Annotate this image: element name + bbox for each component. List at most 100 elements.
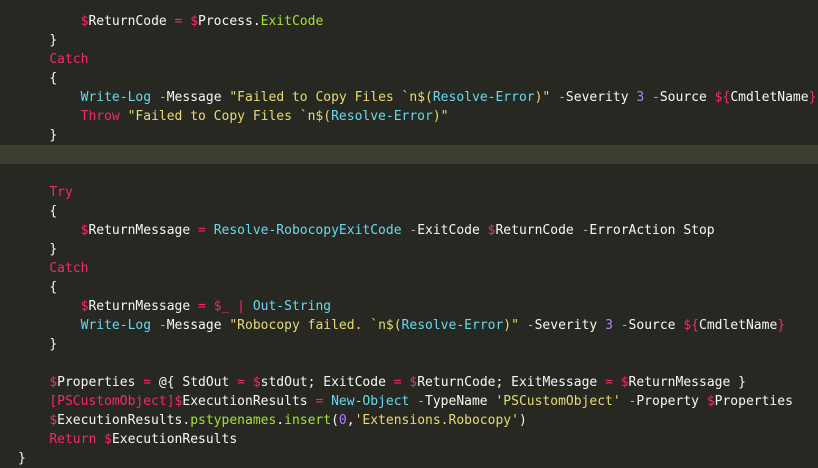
token-var: $ <box>620 375 629 390</box>
code-line[interactable]: Write-Log -Message "Failed to Copy Files… <box>0 88 818 107</box>
token-plain: } <box>49 33 58 48</box>
code-line[interactable]: } <box>0 335 818 354</box>
code-line[interactable]: [PSCustomObject] $ ExecutionResults = New-… <box>0 392 818 411</box>
token-plain: ExitMessage <box>511 375 606 390</box>
token-plain: Message <box>166 90 230 105</box>
token-plain: ExecutionResults <box>111 432 238 447</box>
code-line[interactable]: Catch <box>0 259 818 278</box>
token-plain: ErrorAction <box>589 223 684 238</box>
code-line-text: $ExecutionResults.pstypenames.insert(0,'… <box>18 411 526 430</box>
token-plain: } <box>49 128 58 143</box>
code-line[interactable] <box>0 164 818 183</box>
token-op: = <box>174 14 191 29</box>
code-line-text: } <box>18 240 57 259</box>
token-var: } <box>808 90 817 105</box>
code-line[interactable] <box>0 354 818 373</box>
token-plain: ( <box>331 413 339 428</box>
code-line-text: Catch <box>18 50 88 69</box>
token-prop: pstypenames <box>190 413 277 428</box>
code-line-text: { <box>18 202 57 221</box>
code-line[interactable]: } <box>0 126 818 145</box>
code-line-text: { <box>18 278 57 297</box>
code-line[interactable]: $Properties = @{ StdOut = $stdOut; ExitC… <box>0 373 818 392</box>
current-line[interactable] <box>0 145 818 164</box>
token-plain: Properties <box>57 375 144 390</box>
token-param: - <box>526 318 535 333</box>
token-str: 'Extensions.Robocopy' <box>354 413 519 428</box>
token-param: - <box>158 318 167 333</box>
token-op: = <box>237 375 253 390</box>
code-line-text: } <box>18 126 57 145</box>
code-line[interactable]: Throw "Failed to Copy Files `n$(Resolve-… <box>0 107 818 126</box>
code-line-text: $ReturnCode = $Process.ExitCode <box>18 12 324 31</box>
code-line[interactable]: { <box>0 69 818 88</box>
token-num: 3 <box>636 90 653 105</box>
token-method: insert <box>284 413 332 428</box>
token-kw: [PSCustomObject] <box>49 394 175 409</box>
code-line[interactable]: } <box>0 449 818 468</box>
token-op: = <box>143 375 159 390</box>
code-line-text: $ReturnMessage = Resolve-RobocopyExitCod… <box>18 221 715 240</box>
code-line[interactable]: $ReturnCode = $Process.ExitCode <box>0 12 818 31</box>
token-var: $ <box>706 394 715 409</box>
token-prop: ExitCode <box>260 14 324 29</box>
token-var: $ <box>252 375 261 390</box>
token-plain: ExecutionResults <box>182 394 316 409</box>
token-param: - <box>652 90 660 105</box>
token-param: - <box>558 90 566 105</box>
code-line[interactable]: Try <box>0 183 818 202</box>
token-str: )" <box>503 318 527 333</box>
token-str: "Failed to Copy Files `n$( <box>229 90 433 105</box>
code-line[interactable]: { <box>0 202 818 221</box>
token-str: )" <box>534 90 559 105</box>
token-plain: Source <box>628 318 684 333</box>
code-editor[interactable]: $ReturnCode = $Process.ExitCode } Catch … <box>0 0 818 466</box>
token-cmd: Resolve-RobocopyExitCode <box>213 223 410 238</box>
token-cmd: New-Object <box>331 394 418 409</box>
code-line[interactable]: Write-Log -Message "Robocopy failed. `n$… <box>0 316 818 335</box>
token-plain: StdOut <box>182 375 238 390</box>
token-var: $ <box>49 375 58 390</box>
token-plain: @{ <box>158 375 183 390</box>
token-str: "Failed to Copy Files `n$( <box>127 109 332 124</box>
code-line[interactable]: } <box>0 240 818 259</box>
code-line[interactable]: $ReturnMessage = $_ | Out-String <box>0 297 818 316</box>
token-plain: ReturnCode <box>88 14 175 29</box>
token-op: = <box>605 375 621 390</box>
token-str: )" <box>432 109 449 124</box>
code-line[interactable]: { <box>0 278 818 297</box>
token-var: $ <box>190 14 199 29</box>
token-plain: Stop <box>683 223 715 238</box>
token-var: } <box>777 318 786 333</box>
token-plain: { <box>49 280 58 295</box>
token-str: "Robocopy failed. `n$( <box>229 318 402 333</box>
token-var: $ <box>104 432 112 447</box>
code-line[interactable]: $ExecutionResults.pstypenames.insert(0,'… <box>0 411 818 430</box>
token-kw: Return <box>49 432 105 447</box>
token-kw: Catch <box>49 261 89 276</box>
token-op: | <box>237 299 253 314</box>
code-line-text: Write-Log -Message "Robocopy failed. `n$… <box>18 316 785 335</box>
token-kw: Try <box>49 185 73 200</box>
code-line[interactable]: Return $ExecutionResults <box>0 430 818 449</box>
token-cmd: Out-String <box>252 299 332 314</box>
code-line[interactable]: $ReturnMessage = Resolve-RobocopyExitCod… <box>0 221 818 240</box>
code-line[interactable]: Catch <box>0 50 818 69</box>
token-var: ${ <box>714 90 731 105</box>
code-line-text: Write-Log -Message "Failed to Copy Files… <box>18 88 817 107</box>
code-line[interactable]: } <box>0 31 818 50</box>
